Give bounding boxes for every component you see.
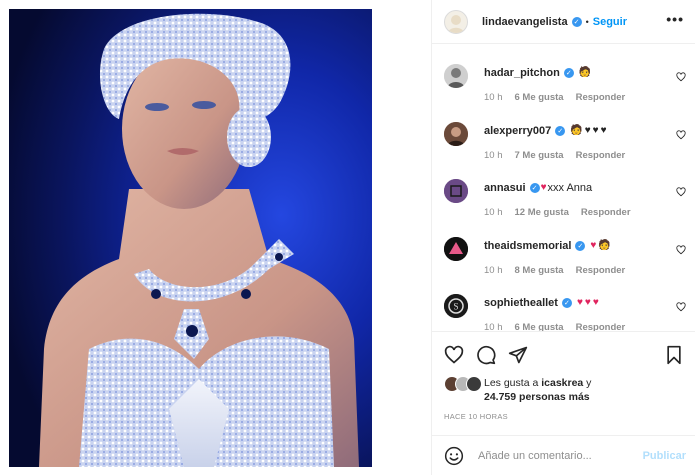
comment-likes[interactable]: 8 Me gusta <box>515 265 564 276</box>
verified-badge-icon: ✓ <box>563 68 574 78</box>
commenter-avatar[interactable] <box>444 179 468 203</box>
comment-item: S sophietheallet ✓ ♥ ♥ ♥ 10 h 6 Me gusta… <box>432 288 695 331</box>
comment-time: 10 h <box>484 149 503 161</box>
person-emoji-icon: 🧑 <box>598 239 611 251</box>
like-heart-icon[interactable] <box>444 345 464 365</box>
comment-item: annasui ✓ ♥ xxx Anna 10 h 12 Me gusta Re… <box>432 173 695 231</box>
post-photo[interactable] <box>9 9 372 467</box>
comment-item: alexperry007 ✓ 🧑 ♥ ♥ ♥ 10 h 7 Me gusta R… <box>432 116 695 174</box>
post-actions-bar <box>432 331 695 375</box>
likes-others-link[interactable]: 24.759 personas más <box>484 391 590 403</box>
comment-item: theaidsmemorial ✓ ♥ 🧑 10 h 8 Me gusta Re… <box>432 231 695 289</box>
red-heart-icon: ♥ <box>584 297 591 308</box>
verified-badge-icon: ✓ <box>575 240 586 251</box>
black-heart-icon: ♥ <box>584 124 591 136</box>
instagram-post-view: lindaevangelista ✓ • Seguir ••• hadar_pi… <box>0 0 695 475</box>
comment-time: 10 h <box>484 207 503 218</box>
commenter-avatar[interactable]: S <box>444 294 468 318</box>
post-timestamp: HACE 10 HORAS <box>444 412 508 421</box>
commenter-username[interactable]: alexperry007 <box>484 125 551 137</box>
comment-bubble-icon[interactable] <box>476 345 496 365</box>
comment-likes[interactable]: 6 Me gusta <box>515 322 564 331</box>
reply-button[interactable]: Responder <box>576 265 626 276</box>
like-comment-heart-icon[interactable] <box>676 302 686 312</box>
emoji-smiley-icon[interactable] <box>444 446 464 466</box>
post-details-panel: lindaevangelista ✓ • Seguir ••• hadar_pi… <box>431 0 695 475</box>
share-paper-plane-icon[interactable] <box>508 345 528 365</box>
post-header: lindaevangelista ✓ • Seguir ••• <box>432 0 695 44</box>
commenter-avatar[interactable] <box>444 121 468 146</box>
like-comment-heart-icon[interactable] <box>676 244 686 255</box>
svg-text:S: S <box>453 302 458 312</box>
black-heart-icon: ♥ <box>600 124 607 136</box>
runway-model-image <box>9 9 372 467</box>
red-heart-icon: ♥ <box>592 297 599 308</box>
comment-input[interactable]: Añade un comentario... <box>478 450 643 462</box>
separator-dot: • <box>585 16 589 27</box>
heart-smiley-emoji-icon: ♥ <box>540 182 547 193</box>
comment-item: hadar_pitchon ✓ 🧑 10 h 6 Me gusta Respon… <box>432 58 695 116</box>
likes-text: Les gusta a icaskrea y 24.759 personas m… <box>484 376 591 404</box>
liker-username[interactable]: icaskrea <box>541 377 583 389</box>
like-comment-heart-icon[interactable] <box>676 129 686 140</box>
commenter-username[interactable]: annasui <box>484 182 526 194</box>
commenter-avatar[interactable] <box>444 64 468 88</box>
commenter-avatar[interactable] <box>444 236 468 261</box>
save-bookmark-icon[interactable] <box>664 345 684 365</box>
publish-button[interactable]: Publicar <box>643 450 686 462</box>
likes-mid: y <box>583 377 592 389</box>
red-heart-icon: ♥ <box>576 297 583 308</box>
likes-summary: Les gusta a icaskrea y 24.759 personas m… <box>444 376 684 404</box>
comment-time: 10 h <box>484 92 503 103</box>
comment-text: xxx Anna <box>547 182 593 194</box>
verified-badge-icon: ✓ <box>529 183 540 193</box>
reply-button[interactable]: Responder <box>581 207 631 218</box>
red-heart-icon: ♥ <box>590 239 597 251</box>
like-comment-heart-icon[interactable] <box>676 72 686 82</box>
follow-button[interactable]: Seguir <box>593 16 627 28</box>
comment-likes[interactable]: 7 Me gusta <box>515 150 564 161</box>
like-comment-heart-icon[interactable] <box>676 187 686 197</box>
comments-list[interactable]: hadar_pitchon ✓ 🧑 10 h 6 Me gusta Respon… <box>432 58 695 331</box>
author-avatar[interactable] <box>444 9 468 34</box>
comment-time: 10 h <box>484 322 503 331</box>
comment-likes[interactable]: 6 Me gusta <box>515 92 564 103</box>
comment-time: 10 h <box>484 264 503 276</box>
person-emoji-icon: 🧑 <box>570 124 583 136</box>
reply-button[interactable]: Responder <box>576 92 626 103</box>
reply-button[interactable]: Responder <box>576 322 626 331</box>
commenter-username[interactable]: sophietheallet <box>484 297 558 309</box>
person-emoji-icon: 🧑 <box>578 67 592 78</box>
more-options-icon[interactable]: ••• <box>666 12 684 26</box>
liker-avatar <box>466 376 482 392</box>
liker-avatars[interactable] <box>444 376 484 392</box>
author-username[interactable]: lindaevangelista <box>482 16 568 28</box>
reply-button[interactable]: Responder <box>576 150 626 161</box>
verified-badge-icon: ✓ <box>561 298 572 308</box>
add-comment-bar: Añade un comentario... Publicar <box>432 435 695 475</box>
black-heart-icon: ♥ <box>592 124 599 136</box>
commenter-username[interactable]: theaidsmemorial <box>484 240 571 252</box>
verified-badge-icon: ✓ <box>571 16 582 27</box>
likes-prefix: Les gusta a <box>484 377 542 389</box>
verified-badge-icon: ✓ <box>555 125 566 136</box>
commenter-username[interactable]: hadar_pitchon <box>484 67 560 79</box>
comment-likes[interactable]: 12 Me gusta <box>515 207 569 218</box>
